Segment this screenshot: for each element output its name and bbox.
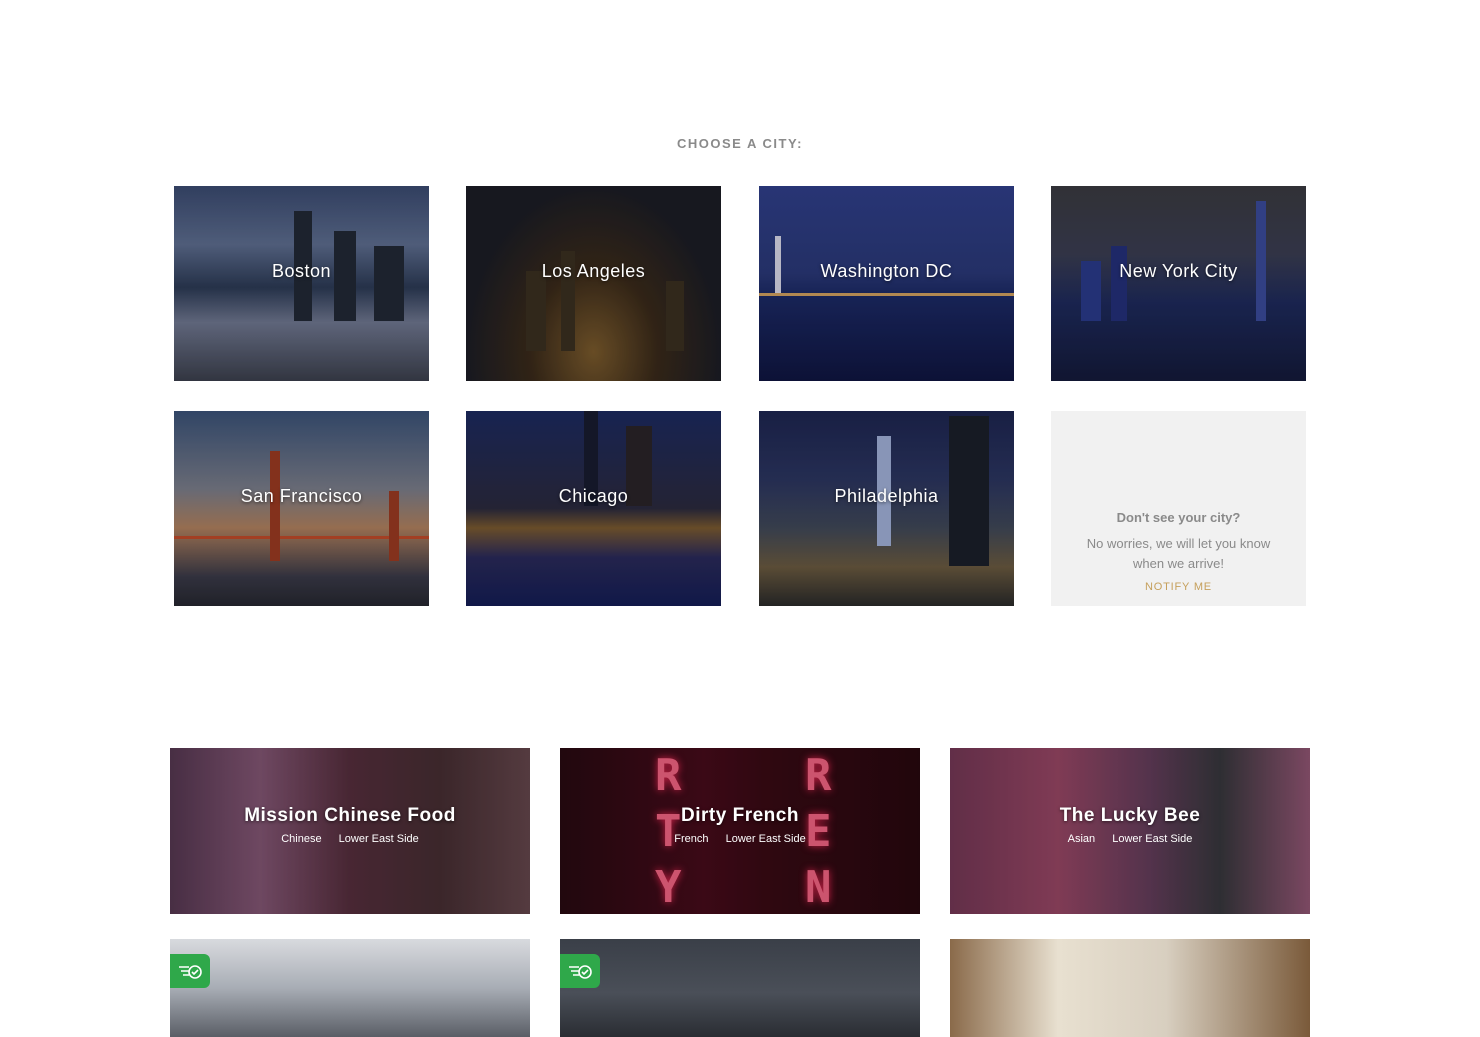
neighborhood-tag: Lower East Side	[1112, 833, 1193, 845]
restaurant-name: Mission Chinese Food	[244, 805, 456, 826]
restaurant-name: The Lucky Bee	[1059, 805, 1201, 826]
restaurant-info: Dirty French French Lower East Side	[560, 805, 920, 845]
city-card-new-york-city[interactable]: New York City	[1051, 186, 1306, 381]
city-card-philadelphia[interactable]: Philadelphia	[759, 411, 1014, 606]
delivery-badge	[560, 954, 600, 988]
city-name: Chicago	[558, 486, 629, 506]
restaurant-card-mission-chinese-food[interactable]: Mission Chinese Food Chinese Lower East …	[170, 748, 530, 914]
city-name: San Francisco	[240, 486, 363, 506]
city-card-san-francisco[interactable]: San Francisco	[174, 411, 429, 606]
city-card-chicago[interactable]: Chicago	[466, 411, 721, 606]
delivery-icon	[569, 965, 592, 979]
cuisine-tag: Chinese	[281, 833, 322, 845]
notify-me-link[interactable]: NOTIFY ME	[1051, 581, 1306, 593]
restaurant-info: The Lucky Bee Asian Lower East Side	[950, 805, 1310, 845]
cuisine-tag: French	[674, 833, 709, 845]
delivery-badge	[170, 954, 210, 988]
restaurant-card-dirty-french[interactable]: RTY RENCH Dirty French French Lower East…	[560, 748, 920, 914]
city-name: New York City	[1119, 261, 1238, 281]
restaurant-card[interactable]	[560, 939, 920, 1037]
neighborhood-tag: Lower East Side	[338, 833, 419, 845]
city-name: Philadelphia	[834, 486, 939, 506]
city-card-washington-dc[interactable]: Washington DC	[759, 186, 1014, 381]
restaurant-info: Mission Chinese Food Chinese Lower East …	[170, 805, 530, 845]
notify-title: Don't see your city?	[1116, 510, 1241, 525]
notify-card: Don't see your city? No worries, we will…	[1051, 411, 1306, 606]
restaurant-card[interactable]	[950, 939, 1310, 1037]
notify-text: No worries, we will let you know when we…	[1086, 536, 1271, 571]
restaurant-card[interactable]	[170, 939, 530, 1037]
choose-city-heading: CHOOSE A CITY:	[677, 136, 803, 151]
restaurant-card-the-lucky-bee[interactable]: The Lucky Bee Asian Lower East Side	[950, 748, 1310, 914]
cuisine-tag: Asian	[1067, 833, 1096, 845]
city-name: Washington DC	[820, 261, 953, 281]
city-name: Los Angeles	[541, 261, 646, 281]
neighborhood-tag: Lower East Side	[725, 833, 806, 845]
city-card-los-angeles[interactable]: Los Angeles	[466, 186, 721, 381]
restaurant-name: Dirty French	[681, 805, 799, 826]
city-name: Boston	[271, 261, 332, 281]
city-card-boston[interactable]: Boston	[174, 186, 429, 381]
delivery-icon	[179, 965, 202, 979]
